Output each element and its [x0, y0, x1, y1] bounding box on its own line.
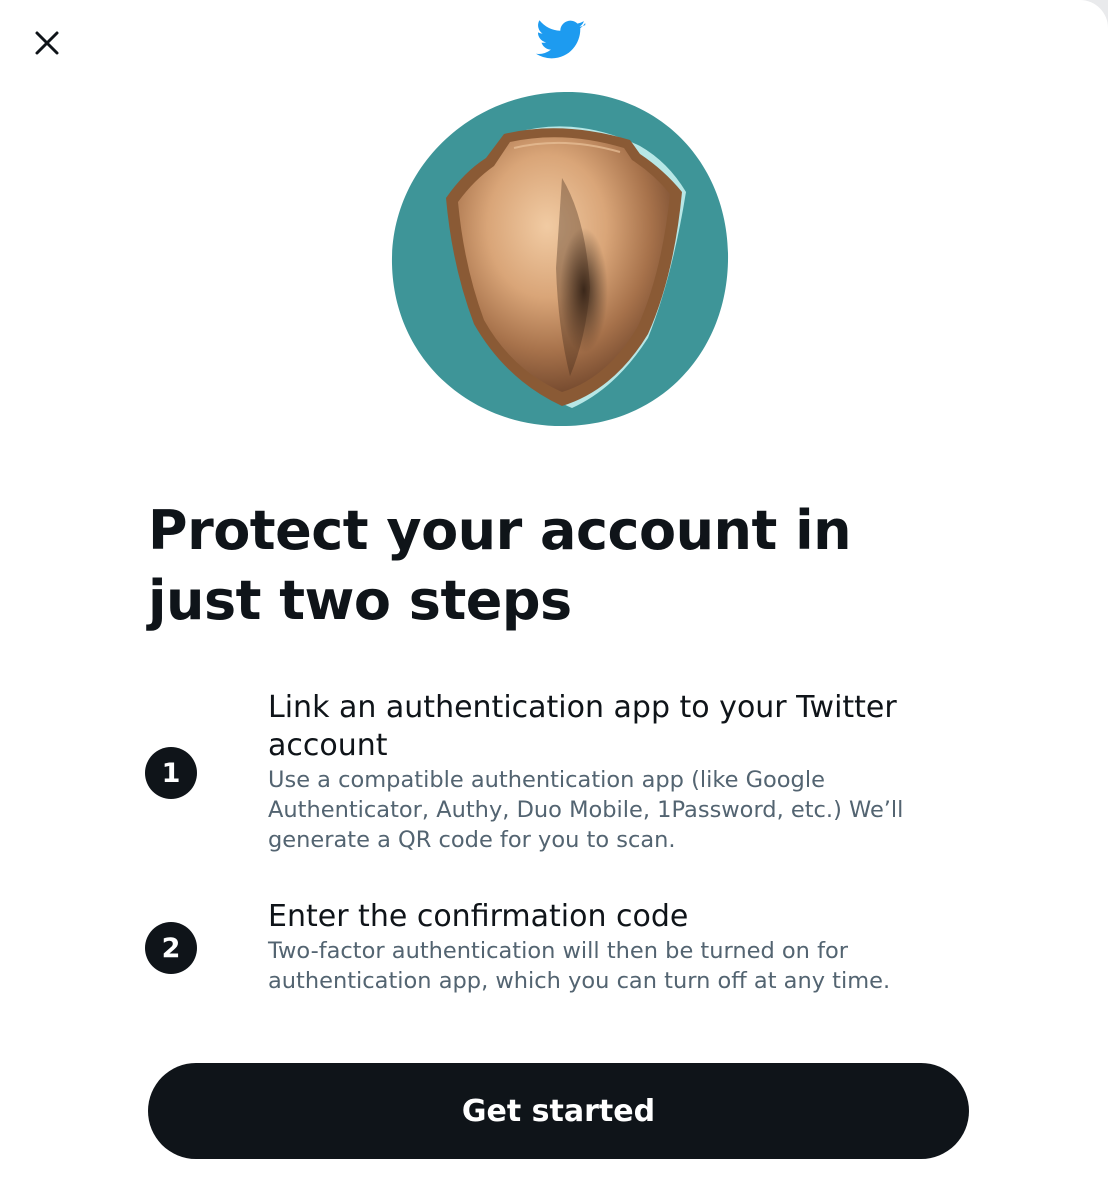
step-description: Two-factor authentication will then be t…	[268, 938, 891, 994]
close-icon	[35, 31, 59, 55]
page-title: Protect your account in just two steps	[148, 499, 852, 632]
step-number-badge: 2	[145, 922, 197, 974]
step-title: Enter the confirmation code	[268, 899, 689, 934]
close-button[interactable]	[24, 20, 70, 66]
step-text: Enter the confirmation code Two-factor a…	[268, 898, 928, 996]
twitter-bird-icon	[536, 20, 586, 59]
shield-illustration	[391, 91, 729, 427]
get-started-button[interactable]: Get started	[148, 1063, 969, 1159]
step-title: Link an authentication app to your Twitt…	[268, 690, 897, 763]
step-text: Link an authentication app to your Twitt…	[268, 689, 928, 855]
step-number-badge: 1	[145, 747, 197, 799]
step-description: Use a compatible authentication app (lik…	[268, 767, 904, 853]
two-factor-setup-dialog: Protect your account in just two steps 1…	[0, 0, 1108, 1200]
